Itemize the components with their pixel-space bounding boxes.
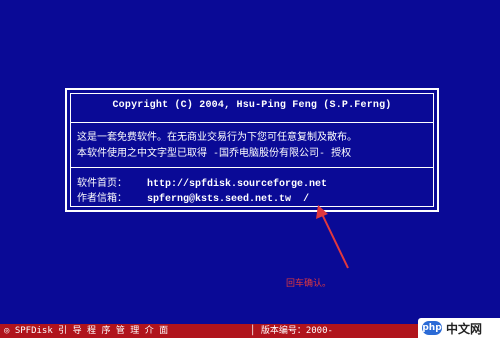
site-watermark: php 中文网 xyxy=(418,318,500,338)
copyright-text: Copyright (C) 2004, Hsu-Ping Feng (S.P.F… xyxy=(112,100,392,111)
description-line-1: 这是一套免费软件。在无商业交易行为下您可任意复制及散布。 xyxy=(77,132,357,143)
status-version: │ 版本编号：2000- xyxy=(250,326,333,336)
dos-screen: Copyright (C) 2004, Hsu-Ping Feng (S.P.F… xyxy=(0,0,500,338)
author-email-label: 作者信箱： xyxy=(77,193,127,204)
description-line-2: 本软件使用之中文字型已取得 -国乔电脑股份有限公司- 授权 xyxy=(77,148,352,159)
author-email-link[interactable]: spferng@ksts.seed.net.tw xyxy=(147,194,291,205)
dialog-title-section: Copyright (C) 2004, Hsu-Ping Feng (S.P.F… xyxy=(71,94,433,123)
dialog-description-section: 这是一套免费软件。在无商业交易行为下您可任意复制及散布。 本软件使用之中文字型已… xyxy=(71,122,433,168)
text-cursor: / xyxy=(303,194,310,205)
homepage-row: 软件首页： http://spfdisk.sourceforge.net xyxy=(77,174,429,190)
annotation-text: 回车确认。 xyxy=(286,279,332,289)
watermark-text: 中文网 xyxy=(446,322,483,336)
about-dialog: Copyright (C) 2004, Hsu-Ping Feng (S.P.F… xyxy=(65,88,439,212)
dialog-frame: Copyright (C) 2004, Hsu-Ping Feng (S.P.F… xyxy=(70,93,434,207)
dialog-links-section: 软件首页： http://spfdisk.sourceforge.net 作者信箱… xyxy=(71,168,433,206)
homepage-label: 软件首页： xyxy=(77,178,127,189)
author-email-row: 作者信箱： spferng@ksts.seed.net.tw / xyxy=(77,189,429,205)
php-logo-icon: php xyxy=(422,321,442,335)
status-program-name: ◎ SPFDisk 引 导 程 序 管 理 介 面 xyxy=(4,326,169,336)
